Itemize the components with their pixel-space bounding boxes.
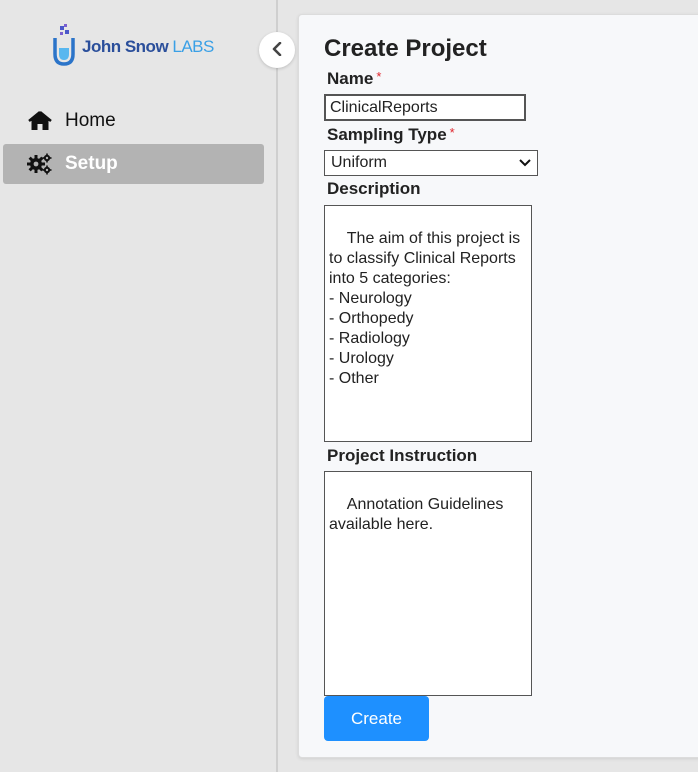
description-label: Description [327,179,421,198]
project-name-input[interactable] [324,94,526,121]
sampling-type-value: Uniform [331,154,388,171]
sidebar-item-setup[interactable]: Setup [3,144,264,184]
brand-name: John Snow LABS [82,37,214,57]
resize-grip-icon[interactable] [520,430,530,440]
sampling-required-mark: * [449,125,455,140]
description-textarea[interactable]: The aim of this project is to classify C… [324,205,532,442]
brand-name-accent: LABS [172,37,214,56]
sampling-type-label-text: Sampling Type [327,125,447,144]
name-label: Name * [327,69,381,89]
chevron-down-icon [519,154,531,172]
name-required-mark: * [376,69,382,84]
description-text: The aim of this project is to classify C… [329,230,521,387]
logo-mark-icon [52,24,76,66]
home-icon [27,110,53,132]
brand-logo[interactable]: John Snow LABS [52,24,214,66]
sampling-type-label: Sampling Type * [327,125,455,145]
gears-icon [27,153,53,175]
chevron-left-icon [272,41,282,60]
page-title: Create Project [324,35,487,62]
sidebar-item-label: Setup [65,153,118,174]
sampling-type-select[interactable]: Uniform [324,150,538,176]
brand-name-main: John Snow [82,37,173,56]
create-button[interactable]: Create [324,696,429,741]
instruction-text: Annotation Guidelines available here. [329,496,508,533]
project-instruction-label: Project Instruction [327,446,478,465]
name-label-text: Name [327,69,374,88]
create-project-card: Create Project Name* Sampling Type* Unif… [298,14,698,758]
resize-grip-icon[interactable] [520,684,530,694]
sidebar-item-home[interactable]: Home [3,101,264,141]
collapse-sidebar-button[interactable] [259,32,295,68]
project-instruction-textarea[interactable]: Annotation Guidelines available here. [324,471,532,696]
sidebar-item-label: Home [65,110,116,131]
sidebar: John Snow LABS Home Setup [0,0,278,772]
